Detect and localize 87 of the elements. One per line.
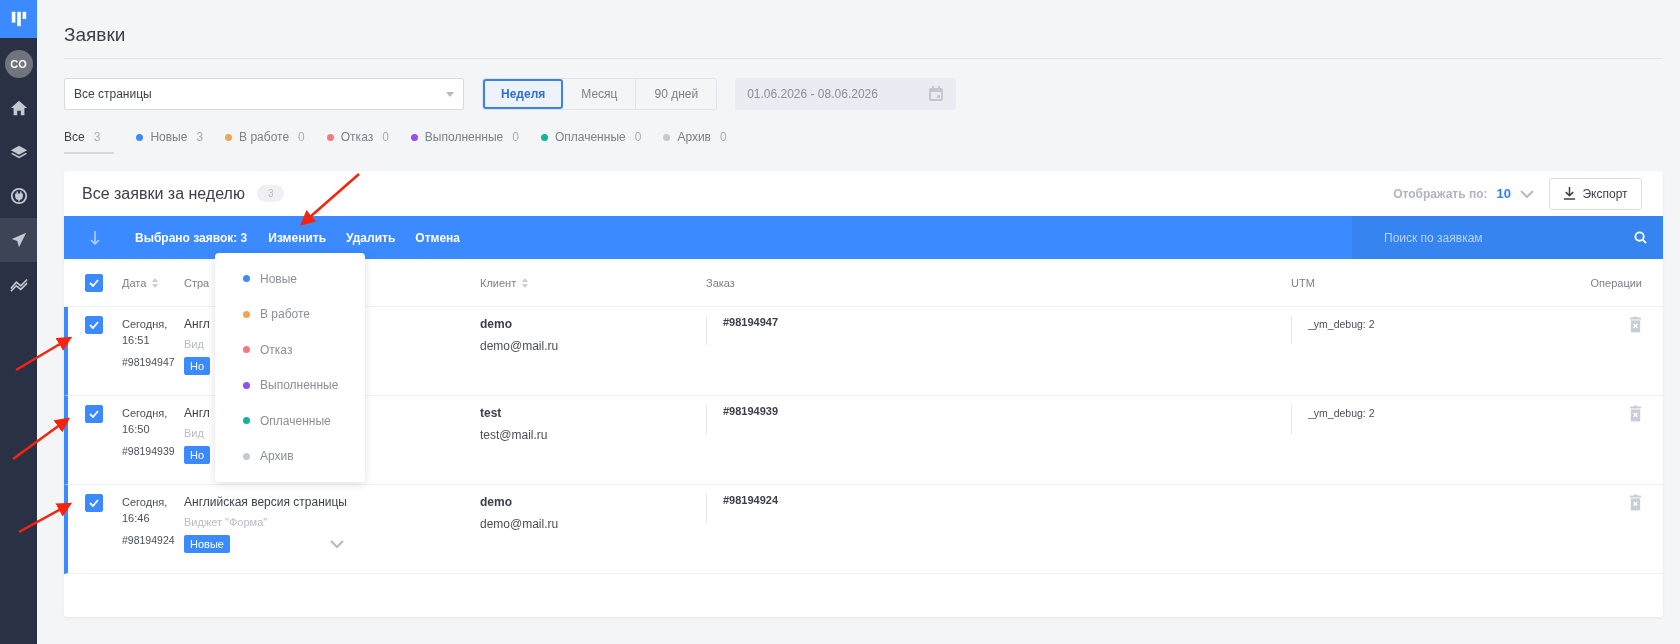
export-button[interactable]: Экспорт — [1549, 177, 1642, 210]
widget-label: Вид — [184, 427, 204, 439]
widget-label: Вид — [184, 338, 204, 350]
arrow-down-icon[interactable] — [90, 230, 100, 245]
request-id: #98194939 — [122, 445, 175, 457]
status-tab[interactable]: Новые 3 — [136, 130, 204, 154]
utm-text: _ym_debug: 2 — [1308, 407, 1375, 421]
widget-label: Виджет "Форма" — [184, 516, 268, 528]
client-name: demo — [480, 317, 512, 331]
period-tab[interactable]: 90 дней — [636, 79, 717, 109]
layers-icon — [9, 143, 28, 161]
column-header[interactable]: Дата — [122, 276, 147, 289]
status-tab[interactable]: Все 3 — [64, 130, 115, 154]
request-id: #98194924 — [122, 534, 175, 546]
checkbox[interactable] — [85, 273, 103, 292]
search-field[interactable]: Поиск по заявкам — [1384, 230, 1584, 245]
page-name: Англ — [184, 317, 210, 331]
order-number: #98194924 — [723, 494, 779, 508]
sidebar-item[interactable] — [0, 218, 37, 262]
checkbox[interactable] — [85, 405, 103, 423]
annotation-arrow — [18, 502, 73, 534]
per-page-label: Отображать по: — [1393, 186, 1488, 201]
column-header[interactable]: UTM — [1291, 276, 1315, 289]
bulk-action-link[interactable]: Изменить — [261, 230, 334, 245]
column-header[interactable]: Клиент — [480, 276, 517, 289]
request-id: #98194947 — [122, 356, 175, 368]
checkbox[interactable] — [85, 494, 103, 512]
search-icon[interactable] — [1634, 231, 1647, 244]
client-name: demo — [480, 495, 512, 509]
checkmark-icon — [89, 499, 99, 507]
status-menu-item[interactable]: Отказ — [215, 332, 365, 368]
client-email: test@mail.ru — [480, 428, 548, 442]
bulk-action-link[interactable]: Удалить — [339, 230, 403, 245]
annotation-arrow — [300, 173, 360, 226]
status-tab[interactable]: Отказ 0 — [326, 130, 389, 154]
page-name: Английская версия страницы — [184, 495, 347, 509]
client-email: demo@mail.ru — [480, 517, 559, 531]
client-email: demo@mail.ru — [480, 339, 559, 353]
download-icon — [1563, 187, 1577, 200]
plug-icon — [9, 187, 28, 205]
column-header[interactable]: Операции — [1590, 276, 1642, 289]
status-badge[interactable]: Но — [184, 446, 211, 464]
status-menu-item[interactable]: Архив — [215, 438, 365, 474]
utm-text: _ym_debug: 2 — [1308, 318, 1375, 332]
annotation-arrow — [15, 336, 73, 372]
client-name: test — [480, 406, 502, 420]
checkmark-icon — [89, 321, 99, 329]
annotation-arrow — [12, 417, 70, 460]
caret-icon — [446, 91, 454, 97]
logo-tile[interactable] — [0, 0, 37, 38]
status-tab[interactable]: Выполненные 0 — [410, 130, 519, 154]
status-tab[interactable]: Архив 0 — [663, 130, 727, 154]
status-tab[interactable]: Оплаченные 0 — [540, 130, 642, 154]
home-icon — [9, 99, 28, 117]
page-select[interactable]: Все страницы — [64, 78, 464, 110]
user-avatar[interactable]: CO — [4, 50, 33, 78]
date-text: Сегодня, 16:46 — [122, 495, 169, 526]
count-badge: 3 — [256, 185, 285, 202]
selected-count: Выбрано заявок: 3 — [135, 230, 248, 245]
status-menu-item[interactable]: В работе — [215, 296, 365, 332]
status-tab[interactable]: В работе 0 — [225, 130, 305, 154]
order-number: #98194947 — [723, 316, 779, 330]
page-name: Англ — [184, 406, 210, 420]
card-title: Все заявки за неделю — [82, 184, 245, 203]
status-menu-item[interactable]: Выполненные — [215, 367, 365, 403]
per-page-select[interactable]: 10 — [1496, 186, 1511, 201]
status-menu-item[interactable]: Оплаченные — [215, 403, 365, 439]
checkmark-icon — [89, 278, 99, 287]
checkbox[interactable] — [85, 316, 103, 334]
date-text: Сегодня, 16:50 — [122, 406, 169, 437]
chevron-down-icon[interactable] — [330, 540, 344, 548]
page-title: Заявки — [64, 24, 126, 46]
period-tab[interactable]: Неделя — [483, 79, 564, 109]
status-badge[interactable]: Новые — [184, 535, 230, 553]
checkmark-icon — [89, 410, 99, 418]
status-menu-item[interactable]: Новые — [215, 261, 365, 297]
date-range-field[interactable]: 01.06.2026 - 08.06.2026 — [735, 78, 957, 110]
status-badge[interactable]: Но — [184, 357, 211, 375]
logo-icon — [9, 10, 28, 28]
column-header[interactable]: Стра — [184, 276, 210, 289]
order-number: #98194939 — [723, 405, 779, 419]
period-tab[interactable]: Месяц — [563, 79, 637, 109]
chevron-down-icon[interactable] — [1520, 189, 1534, 198]
bulk-action-link[interactable]: Отмена — [408, 230, 467, 245]
column-header[interactable]: Заказ — [706, 276, 735, 289]
calendar-icon — [928, 86, 945, 102]
date-text: Сегодня, 16:51 — [122, 317, 169, 348]
